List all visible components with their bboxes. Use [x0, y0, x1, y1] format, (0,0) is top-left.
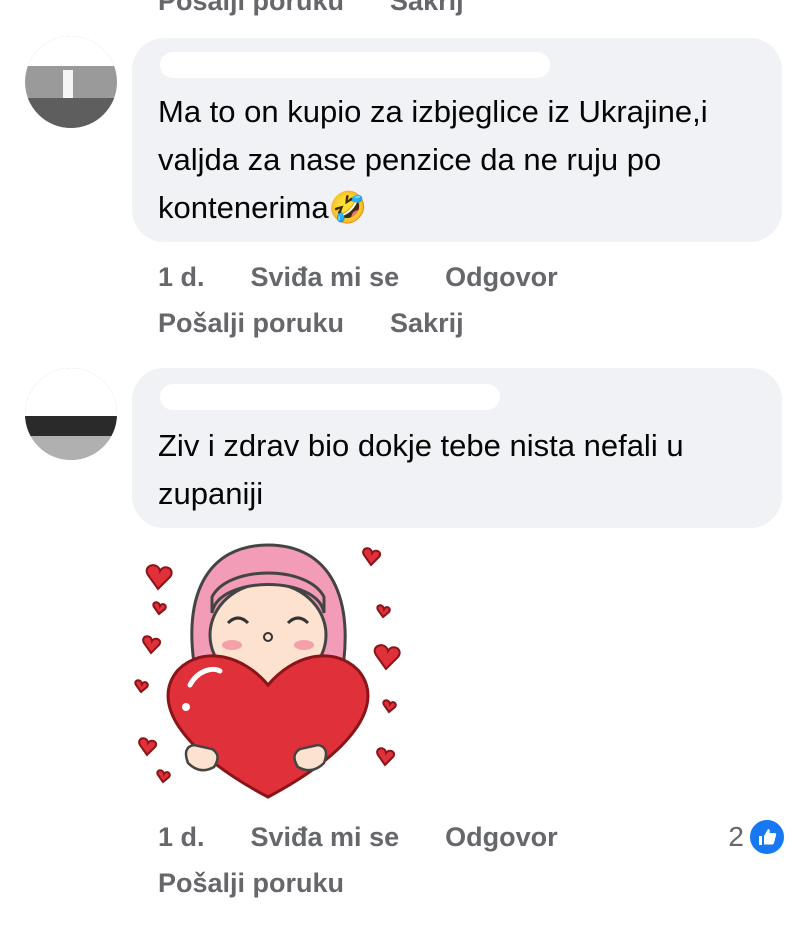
girl-holding-heart-sticker: [134, 543, 401, 799]
previous-comment-actions: Pošalji poruku Sakrij: [158, 0, 464, 16]
comment-text: Ma to on kupio za izbjeglice iz Ukrajine…: [158, 94, 708, 225]
avatar[interactable]: [25, 368, 117, 460]
reply-button[interactable]: Odgovor: [445, 822, 558, 853]
thumbs-up-icon: [748, 818, 786, 856]
send-message-button[interactable]: Pošalji poruku: [158, 308, 344, 339]
like-button[interactable]: Sviđa mi se: [251, 262, 400, 293]
comment-text: Ziv i zdrav bio dokje tebe nista nefali …: [158, 428, 684, 511]
redacted-name: [160, 52, 550, 78]
hide-button[interactable]: Sakrij: [390, 308, 464, 339]
hide-link[interactable]: Sakrij: [390, 0, 464, 16]
reaction-count: 2: [728, 821, 744, 852]
reaction-summary[interactable]: 2: [728, 818, 786, 856]
send-message-link[interactable]: Pošalji poruku: [158, 0, 344, 16]
timestamp[interactable]: 1 d.: [158, 262, 205, 293]
send-message-button[interactable]: Pošalji poruku: [158, 868, 344, 899]
rofl-emoji-icon: 🤣: [328, 190, 368, 225]
like-button[interactable]: Sviđa mi se: [251, 822, 400, 853]
avatar[interactable]: [25, 36, 117, 128]
comment-actions-row2: Pošalji poruku: [158, 868, 344, 899]
redacted-name: [160, 384, 500, 410]
timestamp[interactable]: 1 d.: [158, 822, 205, 853]
comment-actions-row2: Pošalji poruku Sakrij: [158, 308, 464, 339]
comment-actions: 1 d. Sviđa mi se Odgovor: [158, 822, 558, 853]
reply-button[interactable]: Odgovor: [445, 262, 558, 293]
comment-actions: 1 d. Sviđa mi se Odgovor: [158, 262, 558, 293]
